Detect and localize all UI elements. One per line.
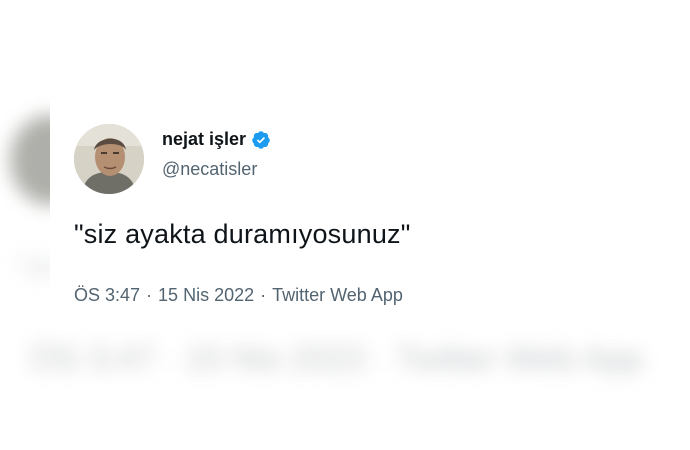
display-name[interactable]: nejat işler: [162, 129, 246, 150]
user-handle[interactable]: @necatisler: [162, 159, 257, 180]
profile-photo-icon: [74, 124, 144, 194]
separator-dot: ·: [146, 285, 153, 305]
tweet-date[interactable]: 15 Nis 2022: [158, 285, 254, 305]
tweet-text: "siz ayakta duramıyosunuz": [74, 219, 411, 249]
blurred-meta-text: ÖS 3:47 · 15 Nis 2022 · Twitter Web App: [30, 340, 644, 378]
tweet-time[interactable]: ÖS 3:47: [74, 285, 140, 305]
name-row: nejat işler: [162, 129, 271, 150]
separator-dot: ·: [260, 285, 267, 305]
tweet-card: nejat işler @necatisler "siz ayakta dura…: [50, 97, 646, 330]
tweet-meta: ÖS 3:47 · 15 Nis 2022 · Twitter Web App: [74, 285, 403, 306]
avatar[interactable]: [74, 124, 144, 194]
verified-badge-icon: [251, 130, 271, 150]
tweet-source[interactable]: Twitter Web App: [272, 285, 403, 305]
